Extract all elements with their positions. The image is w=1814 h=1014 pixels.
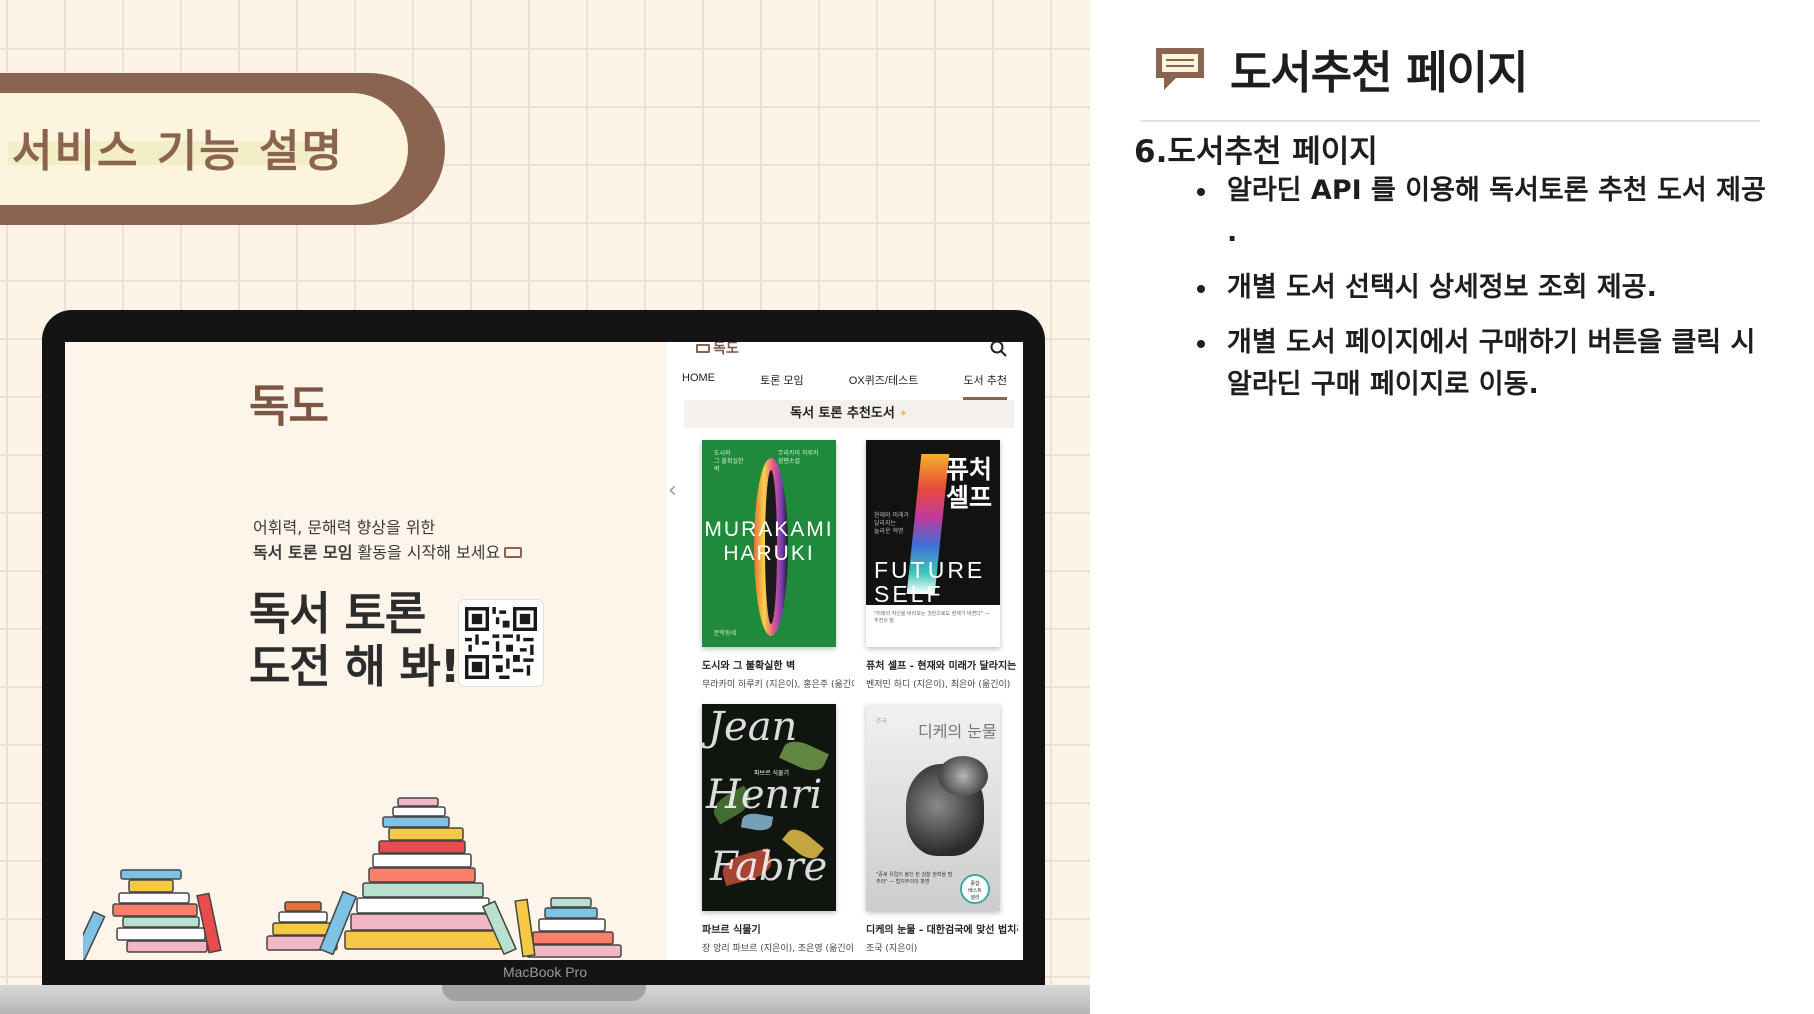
chat-bubble-icon: [504, 547, 523, 558]
laptop-notch: [442, 985, 646, 1001]
cover-title-text: 디케의 눈물: [918, 722, 997, 741]
cover-art: [938, 756, 988, 796]
cover-small-text: 조국: [876, 718, 888, 725]
landing-subtitle: 어휘력, 문해력 향상을 위한 독서 토론 모임 활동을 시작해 보세요: [253, 515, 523, 565]
cover-title-text: Jean: [708, 704, 798, 750]
cover-title-en: FUTURE SELF: [874, 557, 986, 607]
landing-page: 독도 어휘력, 문해력 향상을 위한 독서 토론 모임 활동을 시작해 보세요 …: [65, 342, 665, 960]
section-heading: 6.도서추천 페이지: [1134, 134, 1378, 170]
cover-title-ko: 퓨처 셀프: [945, 455, 992, 512]
books-illustration: [83, 797, 622, 960]
app-logo[interactable]: 독도: [696, 342, 739, 358]
book-cover[interactable]: Jean 파브르 식물기 Henri Fabre: [702, 704, 836, 911]
cover-small-text: 무라카미 하루키 장편소설: [778, 450, 819, 465]
book-title[interactable]: 도시와 그 불확실한 벽: [702, 657, 854, 672]
book-title[interactable]: 파브르 식물기: [702, 921, 854, 936]
nav-debate-meeting[interactable]: 토론 모임: [760, 370, 804, 397]
cover-blurb-strip: "미래의 자신을 바라보는 것만으로도 현재가 바뀐다" — 추천의 말: [866, 605, 1000, 647]
book-card[interactable]: 조국 디케의 눈물 "중세 유럽이 봉인 된 검찰 권력을 멈추라" — 법치주…: [866, 704, 1018, 954]
slide-right-panel: 도서추천 페이지 6.도서추천 페이지 알라딘 API 를 이용해 독서토론 추…: [1090, 0, 1814, 1014]
landing-headline-line1: 독서 토론: [249, 587, 426, 640]
bullet-dot: [1197, 188, 1205, 196]
landing-logo: 독도: [249, 381, 329, 432]
book-cover[interactable]: 도시와 그 불확실한 벽 무라카미 하루키 장편소설 MURAKAMI HARUKI …: [702, 440, 836, 647]
landing-subtitle-line2: 독서 토론 모임 활동을 시작해 보세요: [253, 540, 523, 565]
cover-title-text: Fabre: [710, 844, 828, 890]
book-author: 장 앙리 파브르 (지은이), 조은영 (옮긴이): [702, 944, 854, 954]
cover-author-text: MURAKAMI HARUKI: [704, 518, 834, 565]
book-author: 무라카미 하루키 (지은이), 홍은주 (옮긴이): [702, 680, 854, 690]
recommend-section-title: 독서 토론 추천도서 ✦: [684, 400, 1014, 428]
search-icon[interactable]: [990, 342, 1007, 361]
page-title: 도서추천 페이지: [1230, 46, 1528, 99]
cover-small-text: 도시와 그 불확실한 벽: [714, 450, 744, 473]
cover-title-text: Henri: [706, 772, 823, 818]
section-banner: 서비스 기능 설명: [0, 73, 445, 225]
section-banner-inner: 서비스 기능 설명: [0, 93, 408, 205]
feature-bullet: 개별 도서 페이지에서 구매하기 버튼을 클릭 시 알라딘 구매 페이지로 이동…: [1197, 322, 1767, 406]
laptop-label: MacBook Pro: [502, 964, 588, 980]
bullet-dot: [1197, 285, 1205, 293]
app-logo-text: 독도: [713, 342, 739, 357]
section-banner-title: 서비스 기능 설명: [12, 126, 344, 177]
feature-bullet-list: 알라딘 API 를 이용해 독서토론 추천 도서 제공 . 개별 도서 선택시 …: [1197, 170, 1767, 419]
feature-bullet-text: 개별 도서 페이지에서 구매하기 버튼을 클릭 시 알라딘 구매 페이지로 이동…: [1227, 327, 1756, 400]
recommendation-app: 독도 HOME 토론 모임 OX퀴즈/테스트 도서 추천 독서 토론 추천도서 …: [665, 342, 1023, 960]
book-card[interactable]: 도시와 그 불확실한 벽 무라카미 하루키 장편소설 MURAKAMI HARUKI …: [702, 440, 854, 690]
chevron-left-icon[interactable]: ‹: [668, 478, 677, 503]
qr-code-graphic: [465, 607, 537, 679]
bullet-dot: [1197, 340, 1205, 348]
book-title[interactable]: 퓨처 셀프 - 현재와 미래가 달라지는 놀라운 혁명: [866, 657, 1018, 672]
landing-subtitle-rest: 활동을 시작해 보세요: [352, 543, 501, 562]
book-author: 조국 (지은이): [866, 944, 918, 954]
landing-headline: 독서 토론 도전 해 봐!: [249, 587, 460, 693]
feature-bullet-text: 개별 도서 선택시 상세정보 조회 제공.: [1227, 272, 1657, 303]
feature-bullet-text: 알라딘 API 를 이용해 독서토론 추천 도서 제공 .: [1227, 175, 1766, 248]
landing-subtitle-line1: 어휘력, 문해력 향상을 위한: [253, 518, 436, 537]
cover-blurb: "중세 유럽이 봉인 된 검찰 권력을 멈추라" — 법치주의의 항변: [876, 872, 953, 885]
app-nav: HOME 토론 모임 OX퀴즈/테스트 도서 추천: [682, 370, 1007, 400]
sparkle-icon: ✦: [894, 407, 908, 420]
book-title[interactable]: 디케의 눈물 - 대한검국에 맞선 법치주의의 항변: [866, 921, 1018, 936]
recommend-section-title-text: 독서 토론 추천도서: [790, 406, 895, 421]
feature-bullet: 개별 도서 선택시 상세정보 조회 제공.: [1197, 267, 1767, 309]
landing-headline-line2: 도전 해 봐!: [249, 640, 460, 693]
laptop-screen: 독도 어휘력, 문해력 향상을 위한 독서 토론 모임 활동을 시작해 보세요 …: [65, 342, 1023, 960]
book-card[interactable]: Jean 파브르 식물기 Henri Fabre 파브르 식물기 장 앙리 파브…: [702, 704, 854, 954]
book-cover[interactable]: 퓨처 셀프 현재와 미래가 달라지는 놀라운 혁명 FUTURE SELF "미래의…: [866, 440, 1000, 647]
nav-home[interactable]: HOME: [682, 370, 715, 393]
cover-small-text: 현재와 미래가 달라지는 놀라운 혁명: [874, 512, 910, 535]
cover-publisher: 문학동네: [714, 630, 737, 637]
book-cover[interactable]: 조국 디케의 눈물 "중세 유럽이 봉인 된 검찰 권력을 멈추라" — 법치주…: [866, 704, 1000, 911]
chat-bubble-icon: [696, 344, 710, 353]
nav-ox-quiz[interactable]: OX퀴즈/테스트: [849, 370, 919, 397]
nav-book-recommend[interactable]: 도서 추천: [963, 370, 1007, 400]
feature-bullet: 알라딘 API 를 이용해 독서토론 추천 도서 제공 .: [1197, 170, 1767, 254]
search-icon-graphic: [990, 342, 1007, 357]
book-card[interactable]: 퓨처 셀프 현재와 미래가 달라지는 놀라운 혁명 FUTURE SELF "미래의…: [866, 440, 1018, 690]
title-divider: [1140, 120, 1760, 122]
book-author: 벤저민 하디 (지은이), 최은아 (옮긴이): [866, 680, 1011, 690]
cover-badge: 종합 베스트 셀러: [960, 874, 990, 904]
chat-bubble-icon: [1156, 48, 1204, 90]
qr-code-icon[interactable]: [458, 599, 544, 687]
landing-subtitle-bold: 독서 토론 모임: [253, 543, 353, 562]
